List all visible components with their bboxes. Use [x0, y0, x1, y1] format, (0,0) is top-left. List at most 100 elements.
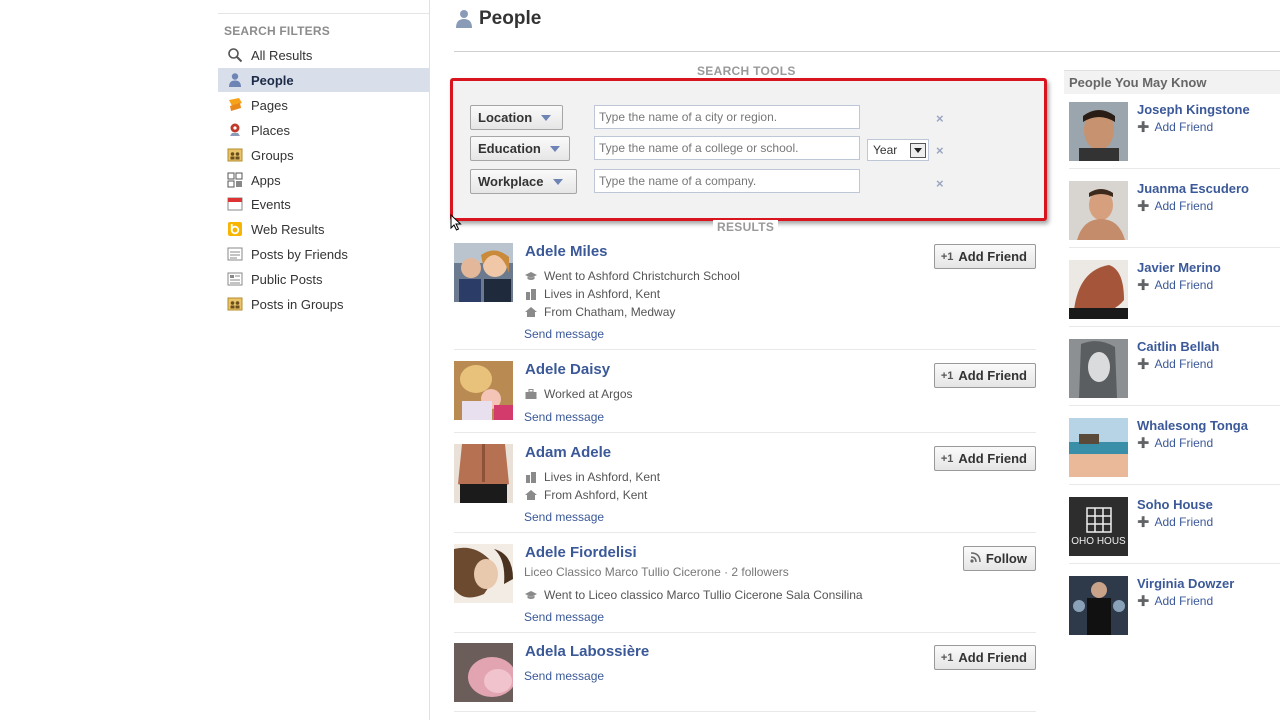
add-friend-icon: ➕ — [1137, 516, 1150, 528]
profile-photo[interactable] — [454, 444, 513, 503]
results-label: RESULTS — [713, 220, 779, 234]
pymk-add-friend-link[interactable]: ➕ Add Friend — [1137, 357, 1213, 371]
filter-web-results[interactable]: Web Results — [218, 217, 430, 241]
result-detail: Worked at Argos — [525, 387, 633, 401]
filter-label: Groups — [251, 147, 294, 163]
profile-photo[interactable] — [454, 544, 513, 603]
filter-pages[interactable]: Pages — [218, 93, 430, 117]
pymk-add-friend-link[interactable]: ➕ Add Friend — [1137, 515, 1213, 529]
filter-people[interactable]: People — [218, 68, 430, 92]
workplace-filter-label: Workplace — [478, 174, 544, 189]
result-detail: Went to Liceo classico Marco Tullio Cice… — [525, 588, 863, 602]
bing-icon — [226, 220, 244, 238]
flag-icon — [226, 96, 244, 114]
pymk-add-friend-label: Add Friend — [1154, 278, 1214, 292]
result-name-link[interactable]: Adele Daisy — [525, 361, 610, 378]
group-icon — [226, 146, 244, 164]
filter-posts-by-friends[interactable]: Posts by Friends — [218, 242, 430, 266]
education-icon — [525, 270, 537, 282]
profile-photo[interactable]: OHO HOUS — [1069, 497, 1128, 556]
send-message-link[interactable]: Send message — [524, 610, 604, 624]
result-divider — [454, 532, 1036, 533]
pymk-name-link[interactable]: Javier Merino — [1137, 260, 1221, 275]
clear-location-icon[interactable]: × — [936, 111, 944, 126]
profile-photo[interactable] — [454, 361, 513, 420]
dropdown-arrow-icon — [552, 178, 563, 185]
filter-apps[interactable]: Apps — [218, 168, 430, 192]
result-name-link[interactable]: Adam Adele — [525, 444, 611, 461]
add-friend-button[interactable]: +1 Add Friend — [933, 446, 1036, 471]
profile-photo[interactable] — [1069, 260, 1128, 319]
mouse-cursor-icon — [450, 214, 462, 231]
profile-photo[interactable] — [454, 243, 513, 302]
filter-posts-in-groups[interactable]: Posts in Groups — [218, 292, 430, 316]
filter-public-posts[interactable]: Public Posts — [218, 267, 430, 291]
filter-places[interactable]: Places — [218, 118, 430, 142]
pymk-add-friend-link[interactable]: ➕ Add Friend — [1137, 436, 1213, 450]
location-filter-button[interactable]: Location — [470, 105, 563, 130]
pymk-add-friend-label: Add Friend — [1154, 357, 1214, 371]
workplace-input[interactable]: Type the name of a company. — [594, 169, 860, 193]
pymk-name-link[interactable]: Soho House — [1137, 497, 1213, 512]
add-friend-button[interactable]: +1 Add Friend — [933, 363, 1036, 388]
add-friend-icon: ➕ — [1137, 437, 1150, 449]
follow-label: Follow — [985, 551, 1027, 566]
clear-workplace-icon[interactable]: × — [936, 176, 944, 191]
pymk-name-link[interactable]: Joseph Kingstone — [1137, 102, 1250, 117]
pymk-add-friend-link[interactable]: ➕ Add Friend — [1137, 120, 1213, 134]
map-pin-icon — [226, 121, 244, 139]
profile-photo[interactable] — [1069, 181, 1128, 240]
pymk-divider — [1069, 563, 1280, 564]
workplace-filter-button[interactable]: Workplace — [470, 169, 577, 194]
pymk-add-friend-link[interactable]: ➕ Add Friend — [1137, 278, 1213, 292]
result-name-link[interactable]: Adela Labossière — [525, 643, 649, 660]
clear-education-icon[interactable]: × — [936, 143, 944, 158]
pymk-name-link[interactable]: Whalesong Tonga — [1137, 418, 1248, 433]
follow-button[interactable]: Follow — [962, 546, 1036, 571]
education-input[interactable]: Type the name of a college or school. — [594, 136, 860, 160]
profile-photo[interactable] — [1069, 102, 1128, 161]
pymk-divider — [1069, 484, 1280, 485]
home-icon — [525, 489, 537, 501]
result-detail-text: Went to Liceo classico Marco Tullio Cice… — [544, 588, 863, 602]
filter-events[interactable]: Events — [218, 192, 430, 216]
education-filter-label: Education — [478, 141, 541, 156]
send-message-link[interactable]: Send message — [524, 410, 604, 424]
pymk-name-link[interactable]: Caitlin Bellah — [1137, 339, 1219, 354]
add-friend-icon: ➕ — [1137, 279, 1150, 291]
filter-all-results[interactable]: All Results — [218, 43, 430, 67]
send-message-link[interactable]: Send message — [524, 510, 604, 524]
pymk-add-friend-link[interactable]: ➕ Add Friend — [1137, 594, 1213, 608]
result-name-link[interactable]: Adele Miles — [525, 243, 608, 260]
result-name-link[interactable]: Adele Fiordelisi — [525, 544, 637, 561]
add-friend-button[interactable]: +1 Add Friend — [933, 645, 1036, 670]
result-detail: Lives in Ashford, Kent — [525, 287, 660, 301]
pymk-name-link[interactable]: Virginia Dowzer — [1137, 576, 1234, 591]
pymk-name-link[interactable]: Juanma Escudero — [1137, 181, 1249, 196]
send-message-link[interactable]: Send message — [524, 327, 604, 341]
add-friend-button[interactable]: +1 Add Friend — [933, 244, 1036, 269]
education-filter-button[interactable]: Education — [470, 136, 570, 161]
filter-label: Apps — [251, 172, 281, 188]
profile-photo[interactable] — [1069, 339, 1128, 398]
pymk-add-friend-link[interactable]: ➕ Add Friend — [1137, 199, 1213, 213]
result-item: Adele Daisy Worked at Argos Send message… — [454, 361, 1036, 434]
profile-photo[interactable] — [1069, 576, 1128, 635]
year-select[interactable]: Year — [867, 139, 929, 161]
result-detail: Went to Ashford Christchurch School — [525, 269, 740, 283]
person-icon — [226, 71, 244, 89]
chevron-down-icon — [910, 143, 926, 158]
location-input[interactable]: Type the name of a city or region. — [594, 105, 860, 129]
sidebar-divider — [218, 13, 430, 14]
magnifier-icon — [226, 46, 244, 64]
send-message-link[interactable]: Send message — [524, 669, 604, 683]
rss-icon — [970, 551, 981, 566]
profile-photo[interactable] — [454, 643, 513, 702]
profile-photo[interactable] — [1069, 418, 1128, 477]
result-detail-text: Lives in Ashford, Kent — [544, 470, 661, 484]
add-friend-label: Add Friend — [958, 249, 1027, 264]
pymk-divider — [1069, 247, 1280, 248]
filter-groups[interactable]: Groups — [218, 143, 430, 167]
add-friend-icon: ➕ — [1137, 200, 1150, 212]
filter-label: Places — [251, 122, 291, 138]
